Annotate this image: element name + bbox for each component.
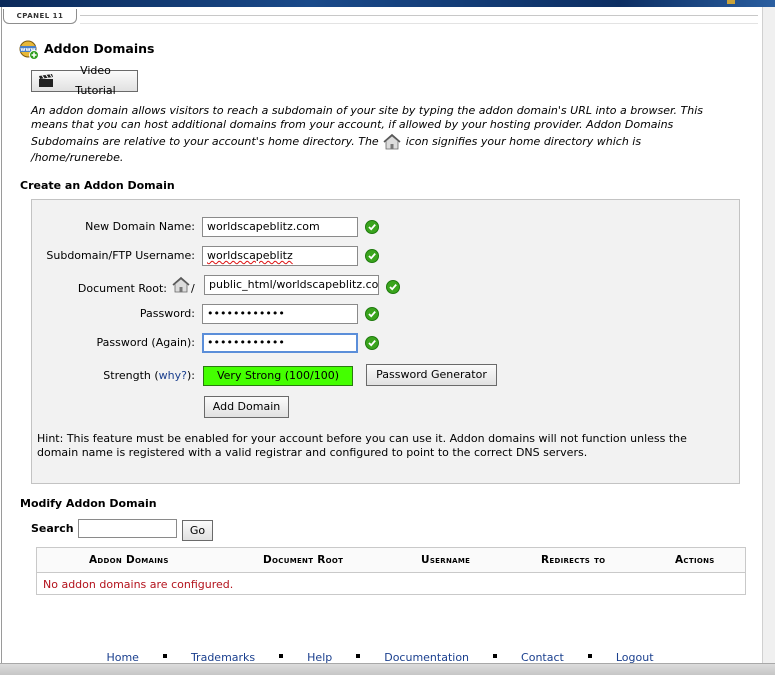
- new-domain-input[interactable]: worldscapeblitz.com: [202, 217, 358, 237]
- why-link[interactable]: why?: [159, 369, 187, 382]
- password-again-label: Password (Again):: [96, 336, 195, 349]
- footer-links: Home Trademarks Help Documentation Contact Lo…: [0, 651, 760, 664]
- home-directory-path: /home/runerebe.: [31, 150, 124, 164]
- video-tutorial-button[interactable]: Video Tutorial: [31, 64, 138, 97]
- header-rule-light: [80, 23, 758, 24]
- footer-contact-link[interactable]: Contact: [521, 651, 564, 664]
- window-bottom-bar: [0, 663, 775, 675]
- clapperboard-icon: [39, 74, 53, 87]
- cpanel-tab[interactable]: CPANEL 11: [3, 9, 77, 24]
- hint-text: Hint: This feature must be enabled for y…: [37, 432, 687, 459]
- subdomain-label: Subdomain/FTP Username:: [46, 249, 195, 262]
- column-username[interactable]: Username: [421, 554, 470, 566]
- go-button[interactable]: Go: [182, 520, 213, 541]
- strength-label: Strength (why?):: [40, 369, 195, 382]
- subdomain-check-icon: [365, 249, 379, 263]
- empty-table-message: No addon domains are configured.: [43, 578, 234, 591]
- password-again-check-icon: [365, 336, 379, 350]
- banner-accent: [727, 0, 735, 4]
- password-strength-meter: Very Strong (100/100): [203, 366, 353, 386]
- header-rule: [80, 15, 758, 16]
- new-domain-label: New Domain Name:: [85, 220, 195, 233]
- column-actions: Actions: [675, 554, 715, 566]
- top-banner: [0, 0, 775, 7]
- create-section-title: Create an Addon Domain: [20, 179, 175, 192]
- docroot-check-icon: [386, 280, 400, 294]
- search-label: Search: [31, 522, 74, 535]
- column-redirects-to[interactable]: Redirects to: [541, 554, 605, 566]
- table-header: Addon Domains Document Root Username Red…: [37, 548, 745, 573]
- addon-domains-www-icon: www: [19, 40, 39, 60]
- page-title: Addon Domains: [44, 41, 155, 56]
- column-addon-domains[interactable]: Addon Domains: [89, 554, 169, 566]
- page-description: An addon domain allows visitors to reach…: [31, 104, 731, 165]
- description-text-2: icon signifies your home directory which…: [405, 134, 642, 148]
- footer-separator: [587, 654, 592, 658]
- footer-separator: [493, 654, 498, 658]
- search-input[interactable]: [78, 519, 177, 538]
- password-generator-button[interactable]: Password Generator: [366, 364, 497, 386]
- home-directory-icon: [382, 133, 402, 151]
- subdomain-value: worldscapeblitz: [207, 249, 293, 262]
- footer-separator: [162, 654, 167, 658]
- footer-logout-link[interactable]: Logout: [616, 651, 654, 664]
- strength-label-text: Strength (: [103, 369, 159, 382]
- subdomain-input[interactable]: worldscapeblitz: [202, 246, 358, 266]
- password-check-icon: [365, 307, 379, 321]
- strength-label-end: ):: [187, 369, 195, 382]
- video-tutorial-label: Video Tutorial: [75, 64, 116, 97]
- scrollbar-track[interactable]: [762, 7, 775, 663]
- docroot-slash: /: [191, 282, 195, 295]
- footer-home-link[interactable]: Home: [106, 651, 138, 664]
- add-domain-button[interactable]: Add Domain: [204, 396, 289, 418]
- footer-separator: [279, 654, 284, 658]
- docroot-label: Document Root:: [77, 282, 167, 295]
- footer-help-link[interactable]: Help: [307, 651, 332, 664]
- footer-trademarks-link[interactable]: Trademarks: [191, 651, 255, 664]
- footer-separator: [356, 654, 361, 658]
- password-label: Password:: [139, 307, 195, 320]
- modify-section-title: Modify Addon Domain: [20, 497, 157, 510]
- docroot-input[interactable]: public_html/worldscapeblitz.co: [204, 275, 379, 295]
- addon-domains-table: Addon Domains Document Root Username Red…: [36, 547, 746, 595]
- footer-documentation-link[interactable]: Documentation: [384, 651, 469, 664]
- password-again-input[interactable]: ••••••••••••: [202, 333, 358, 353]
- password-input[interactable]: ••••••••••••: [202, 304, 358, 324]
- column-document-root[interactable]: Document Root: [263, 554, 343, 566]
- docroot-home-icon: [171, 276, 191, 294]
- new-domain-check-icon: [365, 220, 379, 234]
